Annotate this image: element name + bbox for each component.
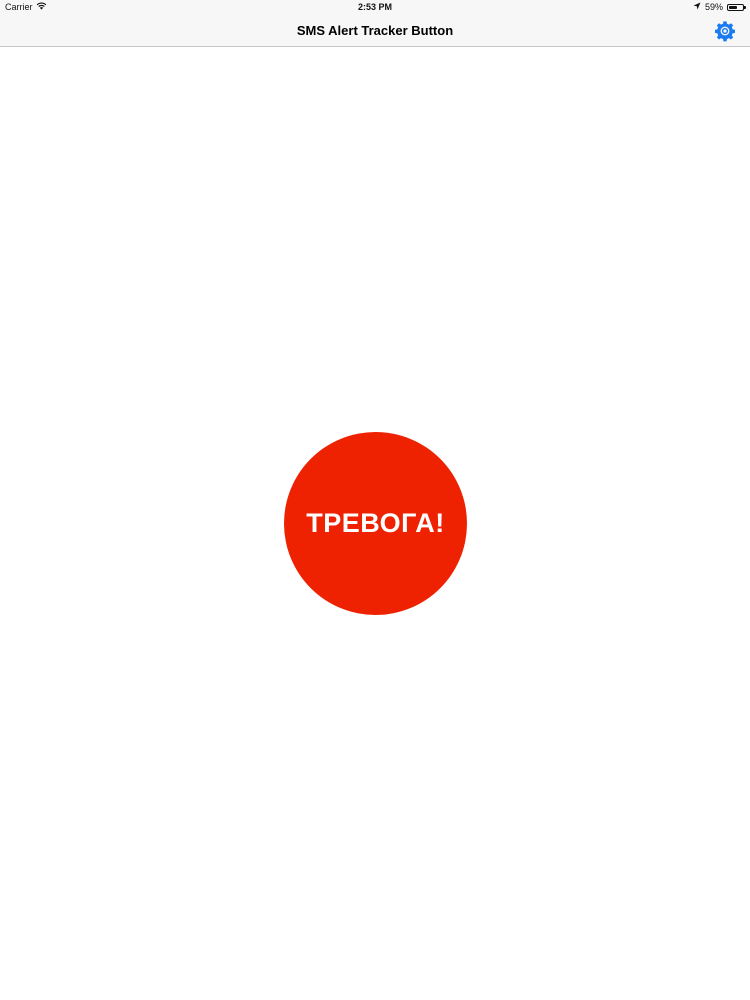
gear-icon (714, 21, 736, 46)
alarm-button[interactable]: ТРЕВОГА! (284, 432, 467, 615)
status-time: 2:53 PM (357, 2, 392, 12)
navigation-bar: SMS Alert Tracker Button (0, 14, 750, 47)
nav-title: SMS Alert Tracker Button (296, 23, 454, 38)
alarm-button-label: ТРЕВОГА! (306, 508, 445, 538)
battery-icon (727, 3, 746, 11)
battery-percent: 59% (704, 2, 723, 12)
battery-fill (729, 5, 737, 9)
location-arrow-icon (693, 2, 701, 12)
settings-button[interactable] (714, 20, 736, 42)
status-right-group: 59% (693, 2, 746, 12)
status-bar: Carrier 2:53 PM 59% (0, 0, 750, 14)
screen: Carrier 2:53 PM 59% SMS Alert Tracker Bu… (0, 0, 750, 1000)
